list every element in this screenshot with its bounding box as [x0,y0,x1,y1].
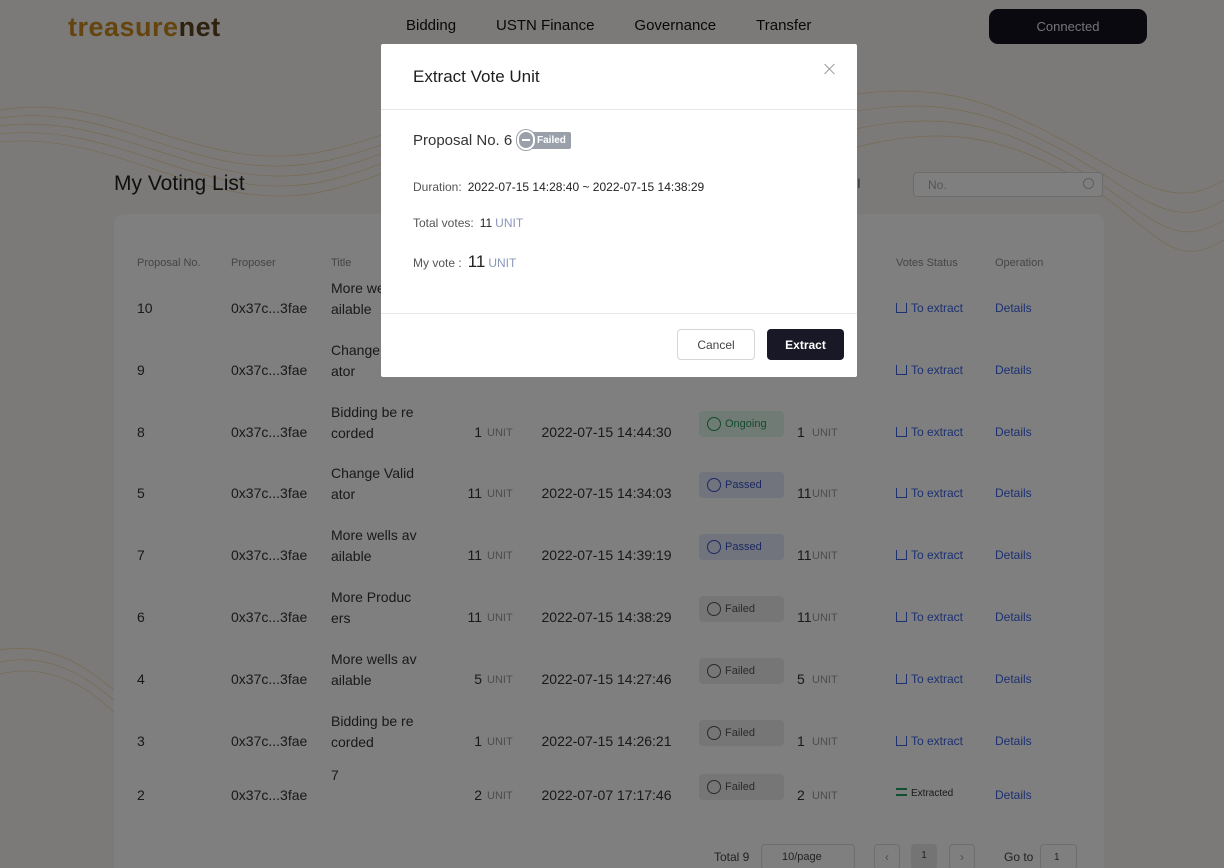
modal-footer: Cancel Extract [381,313,857,377]
modal-header: Extract Vote Unit [381,44,857,110]
modal-title: Extract Vote Unit [413,67,540,86]
my-vote-label: My vote : [413,256,462,270]
shield-icon [517,130,535,150]
extract-button[interactable]: Extract [767,329,844,360]
total-votes-value: 11 [479,216,493,230]
cancel-button[interactable]: Cancel [677,329,755,360]
failed-badge: Failed [517,130,571,150]
total-votes-label: Total votes: [413,216,474,230]
extract-vote-modal: Extract Vote Unit Proposal No. 6 Failed … [381,44,857,377]
close-icon[interactable] [823,62,837,76]
modal-proposal-label: Proposal No. 6 [413,132,513,149]
modal-duration: Duration: 2022-07-15 14:28:40 ~ 2022-07-1… [413,180,704,194]
total-votes-unit: UNIT [495,216,524,230]
duration-label: Duration: [413,180,462,194]
badge-text: Failed [529,131,571,149]
modal-my-vote: My vote : 11 UNIT [413,252,516,272]
modal-total-votes: Total votes: 11 UNIT [413,216,523,230]
duration-value: 2022-07-15 14:28:40 ~ 2022-07-15 14:38:2… [467,180,705,194]
my-vote-unit: UNIT [488,256,517,270]
my-vote-value: 11 [467,252,486,271]
